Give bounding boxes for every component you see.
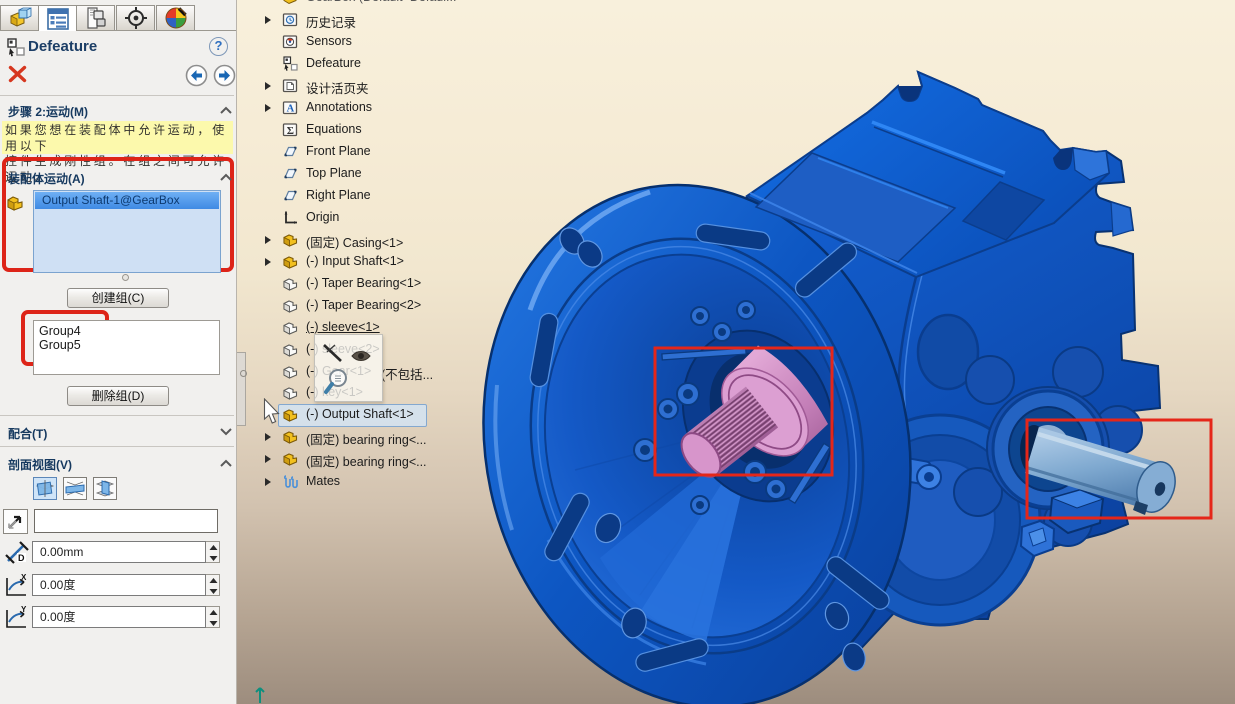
svg-text:Σ: Σ [287, 125, 294, 137]
svg-text:D: D [18, 553, 25, 563]
svg-text:Y: Y [21, 606, 27, 614]
svg-text:X: X [21, 574, 27, 582]
svg-text:A: A [287, 104, 295, 115]
